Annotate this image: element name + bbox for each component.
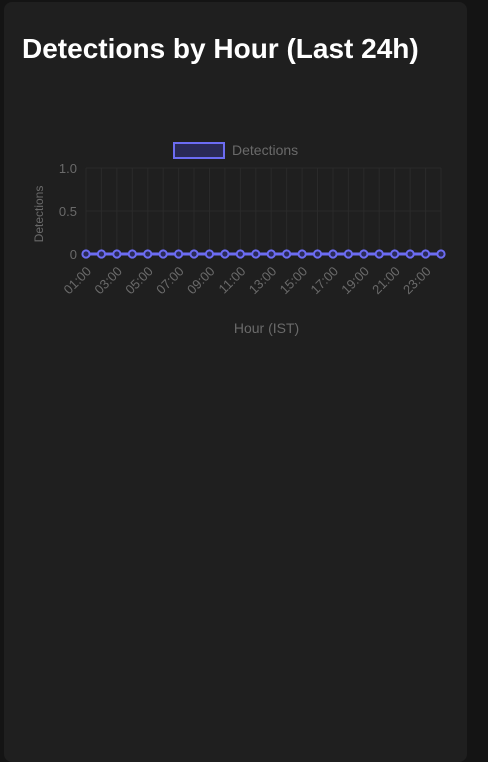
data-point[interactable]: [235, 249, 245, 259]
data-point[interactable]: [189, 249, 199, 259]
x-tick-label: 17:00: [307, 264, 341, 298]
data-point[interactable]: [328, 249, 338, 259]
data-point[interactable]: [282, 249, 292, 259]
data-point[interactable]: [158, 249, 168, 259]
x-tick-label: 05:00: [122, 264, 156, 298]
data-point[interactable]: [112, 249, 122, 259]
data-point[interactable]: [359, 249, 369, 259]
data-point[interactable]: [436, 249, 446, 259]
data-point[interactable]: [374, 249, 384, 259]
data-point[interactable]: [220, 249, 230, 259]
y-tick-label: 0.5: [59, 204, 77, 219]
x-tick-label: 09:00: [184, 264, 218, 298]
data-point[interactable]: [390, 249, 400, 259]
x-axis-title: Hour (IST): [234, 320, 299, 336]
x-tick-label: 11:00: [216, 264, 249, 297]
data-point[interactable]: [96, 249, 107, 259]
y-axis-title: Detections: [32, 186, 46, 243]
x-tick-label: 21:00: [369, 264, 403, 298]
data-point[interactable]: [266, 249, 276, 259]
y-tick-label: 0: [70, 247, 77, 262]
chart-card: Detections by Hour (Last 24h) 0 0.5 1.0 Det…: [4, 2, 467, 762]
detections-line-chart: 0 0.5 1.0 Detections 01:0003:0005:0007:0009:…: [32, 142, 446, 336]
y-tick-label: 1.0: [59, 161, 77, 176]
x-tick-label: 01:00: [61, 264, 95, 298]
data-point[interactable]: [297, 249, 307, 259]
x-tick-label: 13:00: [246, 264, 280, 298]
x-tick-label: 07:00: [153, 264, 187, 298]
data-point[interactable]: [420, 249, 431, 259]
data-point[interactable]: [127, 249, 137, 259]
data-point[interactable]: [405, 249, 415, 259]
x-tick-label: 15:00: [277, 264, 311, 298]
x-tick-label: 23:00: [400, 264, 434, 298]
legend-swatch-detections[interactable]: [173, 142, 225, 159]
x-tick-label: 19:00: [338, 264, 372, 298]
data-point[interactable]: [81, 249, 91, 259]
data-point[interactable]: [251, 249, 261, 259]
data-point[interactable]: [312, 249, 323, 259]
data-point[interactable]: [143, 249, 153, 259]
x-tick-label: 03:00: [91, 264, 125, 298]
data-point[interactable]: [204, 249, 215, 259]
legend-label-detections[interactable]: Detections: [232, 142, 298, 158]
data-point[interactable]: [343, 249, 353, 259]
data-point[interactable]: [174, 249, 184, 259]
